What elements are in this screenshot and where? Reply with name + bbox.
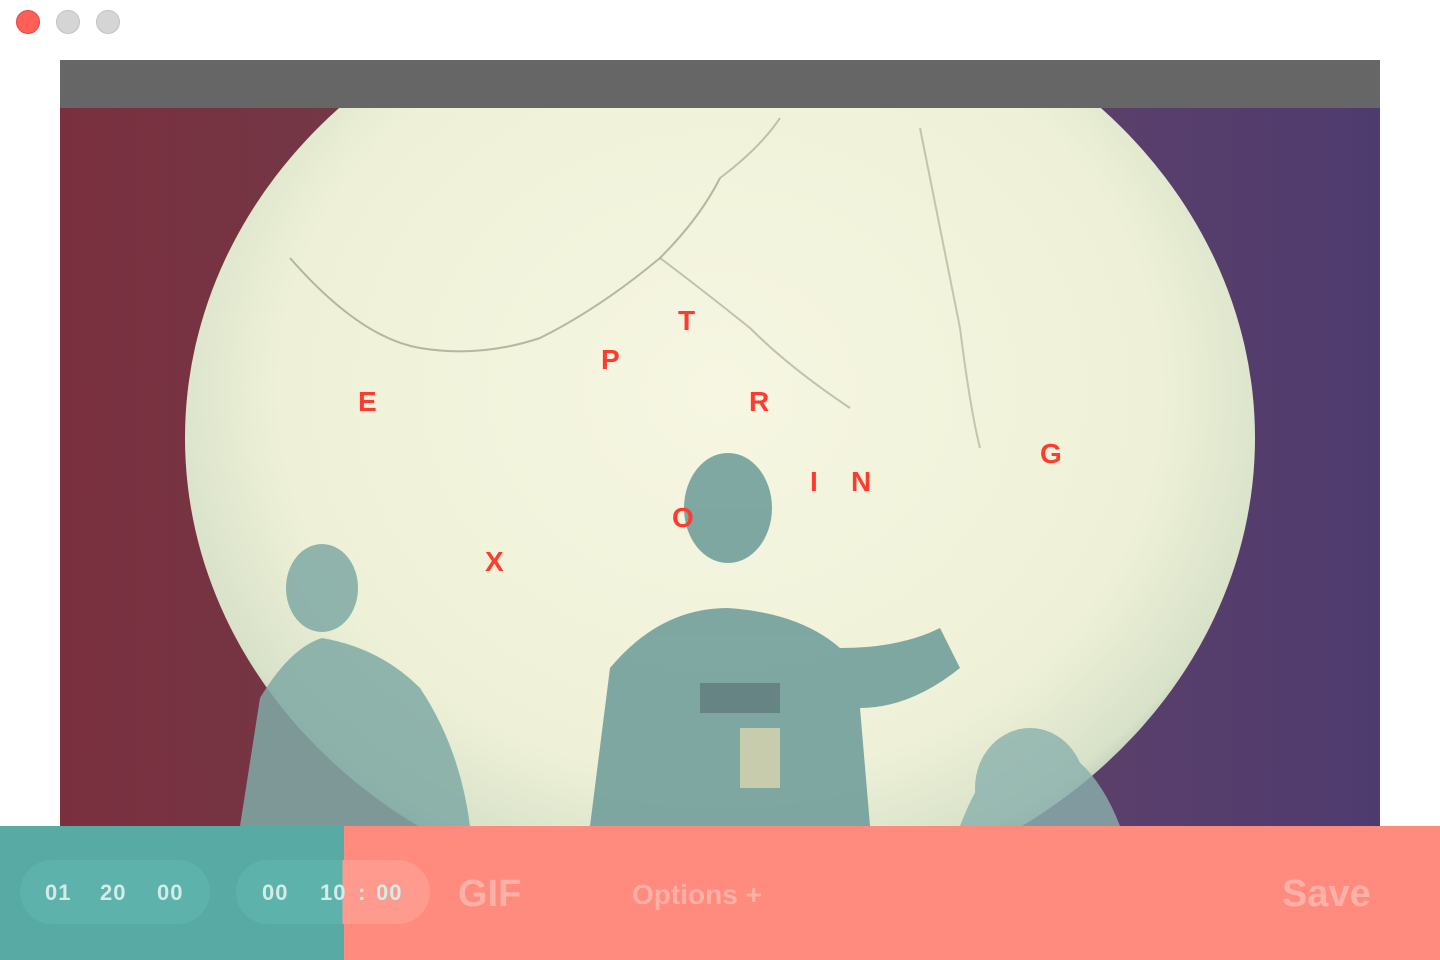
video-frame-image: [185, 108, 1255, 826]
duration-minutes[interactable]: 10: [320, 881, 346, 905]
title-bar: [0, 0, 1440, 44]
duration-seconds[interactable]: 00: [376, 881, 402, 905]
duration-hours[interactable]: 00: [262, 881, 288, 905]
overlay-letter: N: [851, 466, 872, 497]
start-seconds[interactable]: 00: [157, 881, 183, 905]
video-frame: E X P T O R I N G: [60, 108, 1380, 826]
video-preview: E X P T O R I N G: [60, 60, 1380, 826]
export-toolbar: 01 20 00 00 10 : 00 GIF Options + Save: [0, 826, 1440, 960]
overlay-letter: G: [1040, 438, 1062, 469]
overlay-letter: R: [749, 386, 770, 417]
overlay-letter: P: [601, 344, 620, 375]
overlay-letter: E: [358, 386, 377, 417]
zoom-button[interactable]: [96, 10, 120, 34]
duration-separator: :: [358, 880, 367, 905]
minimize-button[interactable]: [56, 10, 80, 34]
overlay-letter: O: [672, 502, 694, 533]
start-hours[interactable]: 01: [45, 881, 71, 905]
overlay-letter: T: [678, 305, 696, 336]
overlay-letter: I: [810, 466, 818, 497]
save-button[interactable]: Save: [1282, 874, 1371, 914]
format-gif-button[interactable]: GIF: [458, 874, 521, 914]
close-button[interactable]: [16, 10, 40, 34]
overlay-letter: X: [485, 546, 504, 577]
video-letterbox-top: [60, 60, 1380, 108]
app-window: E X P T O R I N G 01 20 00 00 10 : 00 GI…: [0, 0, 1440, 960]
options-button[interactable]: Options +: [632, 880, 762, 910]
start-minutes[interactable]: 20: [100, 881, 126, 905]
